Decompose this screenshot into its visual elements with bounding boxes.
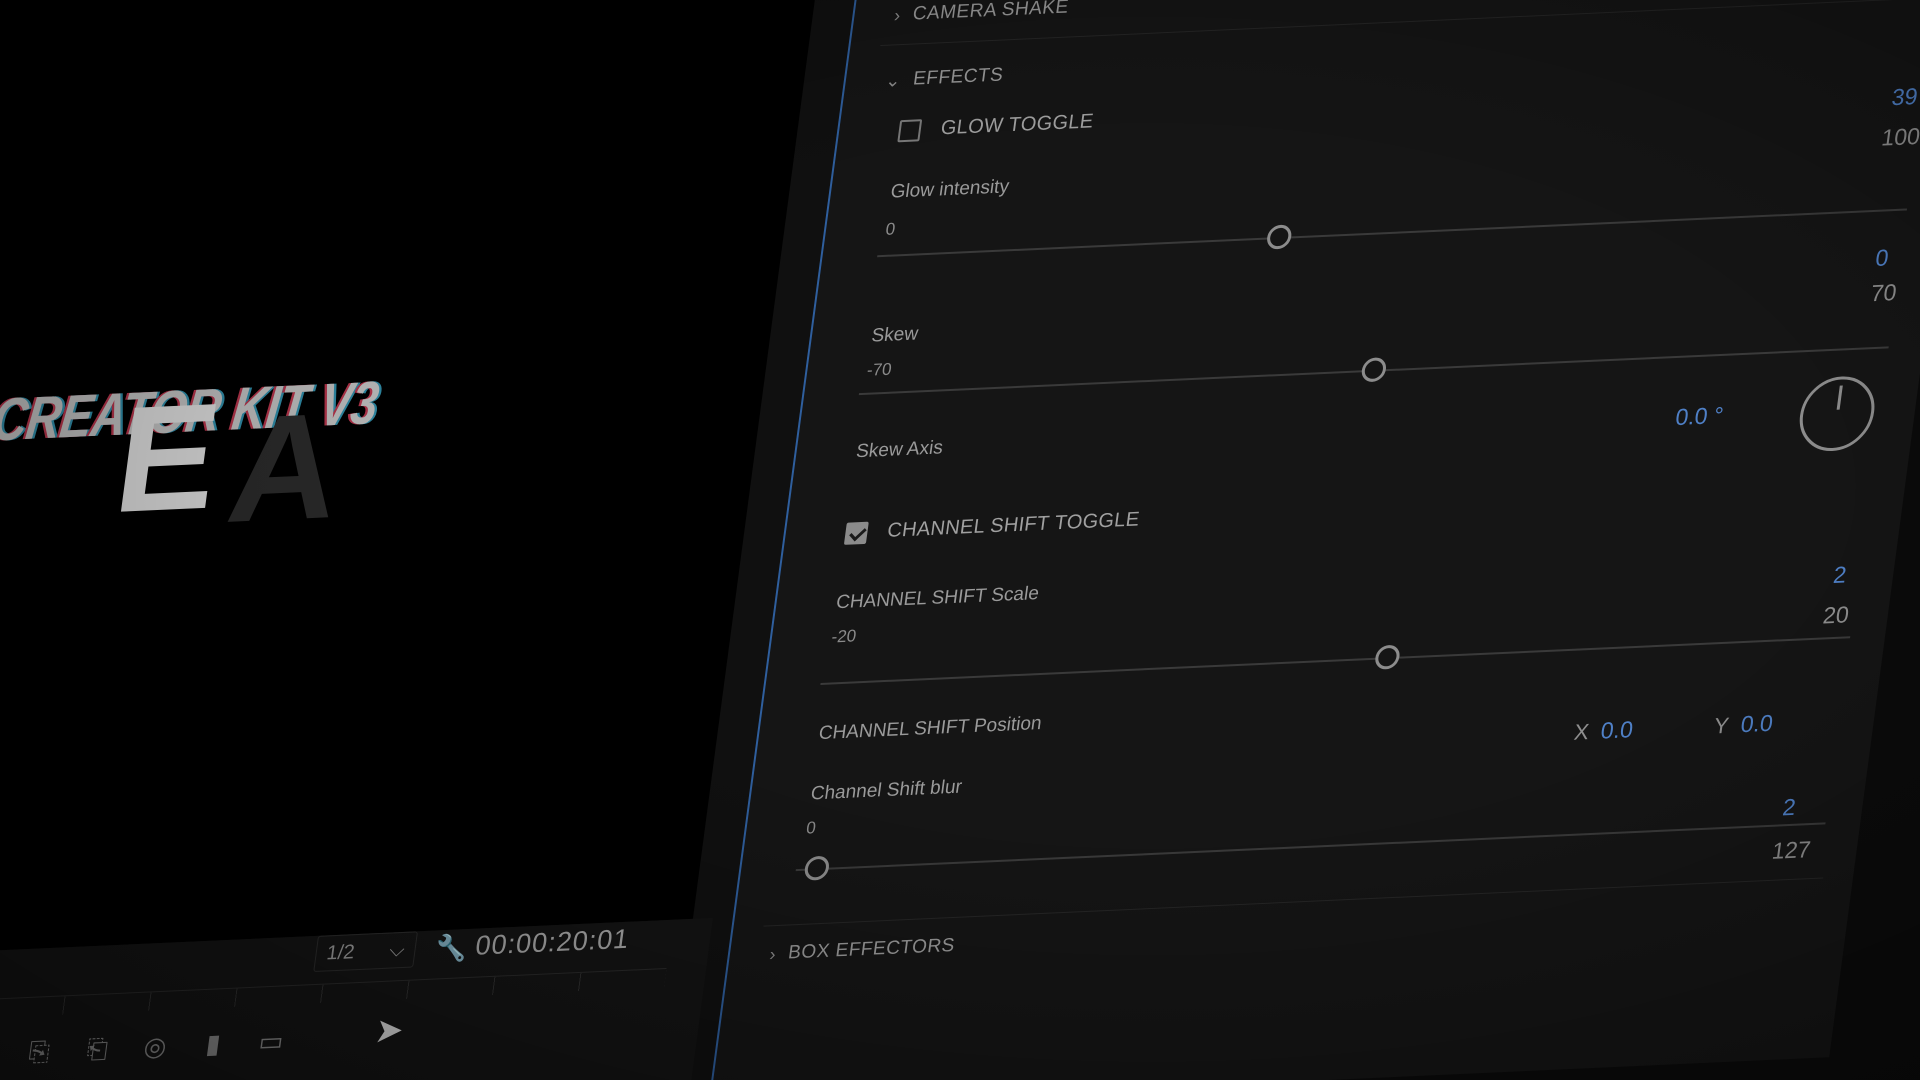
- channel-shift-position-label: CHANNEL SHIFT Position: [817, 712, 1043, 745]
- safe-margins-icon[interactable]: ▭: [255, 1025, 287, 1058]
- channel-shift-scale-max: 20: [1821, 601, 1851, 629]
- chevron-down-icon: ⌄: [884, 69, 903, 91]
- chevron-down-icon: ⌵: [388, 938, 407, 962]
- transport-toolbar: ▶ →| ⎘ ⎗ ◎ ▮ ▭: [0, 1025, 287, 1070]
- skew-max: 70: [1869, 278, 1899, 307]
- slider-track[interactable]: [795, 822, 1826, 872]
- section-camera-shake[interactable]: › CAMERA SHAKE: [893, 0, 1070, 26]
- chevron-right-icon: ›: [892, 4, 903, 25]
- skew-label: Skew: [870, 323, 920, 347]
- time-ruler[interactable]: [0, 968, 667, 1027]
- slider-knob[interactable]: [1373, 644, 1401, 670]
- app-window: O CREATOR KIT V3 E A 1/2 ⌵ 🔧 00:00:20:01…: [0, 0, 1920, 1080]
- section-label: EFFECTS: [911, 64, 1005, 90]
- effect-controls-panel: › CAMERA SHAKE ⌄ EFFECTS GLOW TOGGLE 39 …: [707, 0, 1920, 1080]
- slider-knob[interactable]: [802, 855, 831, 881]
- camera-icon[interactable]: ◎: [139, 1031, 171, 1064]
- slider-knob[interactable]: [1265, 224, 1293, 250]
- logo-letter-a: A: [219, 380, 351, 555]
- compare-icon[interactable]: ▮: [197, 1028, 229, 1061]
- x-label: X: [1572, 719, 1591, 745]
- mouse-cursor-icon: ➤: [372, 1010, 406, 1051]
- channel-shift-toggle-row: CHANNEL SHIFT TOGGLE: [843, 508, 1141, 545]
- channel-shift-toggle-checkbox[interactable]: [843, 521, 869, 545]
- glow-toggle-label: GLOW TOGGLE: [939, 110, 1095, 140]
- position-x-field: X 0.0: [1572, 716, 1635, 746]
- resolution-value: 1/2: [325, 940, 356, 965]
- logo-letter-e: E: [106, 370, 230, 545]
- channel-shift-blur-min: 0: [805, 818, 818, 838]
- divider: [763, 877, 1824, 927]
- section-label: BOX EFFECTORS: [786, 934, 957, 964]
- channel-shift-scale-label: CHANNEL SHIFT Scale: [834, 582, 1041, 614]
- chevron-right-icon: ›: [768, 943, 778, 964]
- timecode-display[interactable]: 00:00:20:01: [474, 924, 632, 962]
- glow-toggle-row: GLOW TOGGLE: [897, 110, 1095, 142]
- skew-value[interactable]: 0: [1874, 244, 1890, 272]
- section-label: CAMERA SHAKE: [911, 0, 1071, 25]
- wrench-icon[interactable]: 🔧: [433, 932, 470, 965]
- section-effects[interactable]: ⌄ EFFECTS: [884, 64, 1005, 91]
- slider-knob[interactable]: [1360, 357, 1388, 383]
- skew-axis-value[interactable]: 0.0 °: [1674, 402, 1725, 431]
- overwrite-icon[interactable]: ⎗: [81, 1033, 113, 1066]
- perspective-view: O CREATOR KIT V3 E A 1/2 ⌵ 🔧 00:00:20:01…: [0, 0, 1920, 1080]
- channel-shift-blur-label: Channel Shift blur: [809, 776, 964, 805]
- channel-shift-scale-min: -20: [830, 626, 858, 647]
- glow-intensity-max: 100: [1879, 122, 1920, 151]
- y-label: Y: [1712, 712, 1731, 739]
- position-y-field: Y 0.0: [1712, 710, 1775, 740]
- skew-min: -70: [865, 359, 893, 380]
- glow-intensity-min: 0: [884, 219, 897, 239]
- position-y-value[interactable]: 0.0: [1739, 710, 1774, 739]
- channel-shift-blur-max: 127: [1770, 835, 1813, 864]
- glow-intensity-label: Glow intensity: [889, 176, 1011, 203]
- skew-axis-dial[interactable]: [1795, 374, 1880, 453]
- channel-shift-toggle-label: CHANNEL SHIFT TOGGLE: [886, 508, 1141, 542]
- video-preview: O CREATOR KIT V3 E A: [0, 0, 822, 959]
- section-box-effectors[interactable]: › BOX EFFECTORS: [768, 935, 956, 966]
- position-x-value[interactable]: 0.0: [1599, 716, 1634, 745]
- slider-track[interactable]: [877, 208, 1908, 258]
- channel-shift-blur-value[interactable]: 2: [1781, 794, 1797, 822]
- playback-resolution-select[interactable]: 1/2 ⌵: [313, 931, 418, 973]
- glow-toggle-checkbox[interactable]: [897, 118, 923, 142]
- insert-icon[interactable]: ⎘: [23, 1036, 55, 1069]
- skew-axis-label: Skew Axis: [854, 437, 945, 463]
- channel-shift-scale-value[interactable]: 2: [1832, 561, 1848, 589]
- slider-track[interactable]: [820, 636, 1851, 685]
- glow-intensity-value[interactable]: 39: [1890, 83, 1919, 111]
